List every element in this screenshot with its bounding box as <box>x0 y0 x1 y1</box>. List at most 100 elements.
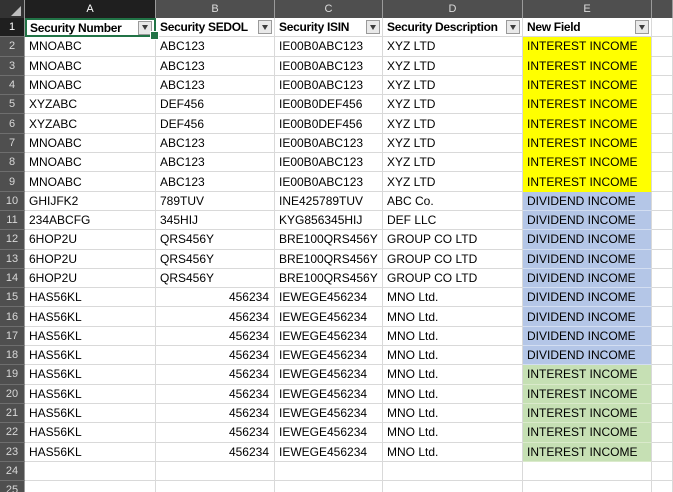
header-cell-d1[interactable]: Security Description <box>383 18 523 38</box>
cell-a7[interactable]: MNOABC <box>25 133 156 154</box>
cell-f25[interactable] <box>652 481 673 492</box>
cell-f3[interactable] <box>652 56 673 76</box>
cell-d14[interactable]: GROUP CO LTD <box>383 268 523 289</box>
fill-handle[interactable] <box>150 31 159 41</box>
cell-a16[interactable]: HAS56KL <box>25 307 156 327</box>
row-header-5[interactable]: 5 <box>0 95 25 115</box>
cell-f22[interactable] <box>652 423 673 443</box>
cell-c15[interactable]: IEWEGE456234 <box>275 288 383 308</box>
cell-f13[interactable] <box>652 249 673 269</box>
cell-f11[interactable] <box>652 210 673 231</box>
column-header-e[interactable]: E <box>523 0 652 18</box>
cell-d18[interactable]: MNO Ltd. <box>383 346 523 366</box>
cell-b22[interactable]: 456234 <box>156 423 275 443</box>
cell-a20[interactable]: HAS56KL <box>25 384 156 404</box>
row-header-9[interactable]: 9 <box>0 172 25 192</box>
row-header-2[interactable]: 2 <box>0 37 25 57</box>
cell-a4[interactable]: MNOABC <box>25 75 156 96</box>
cell-d19[interactable]: MNO Ltd. <box>383 365 523 385</box>
cell-a10[interactable]: GHIJFK2 <box>25 191 156 211</box>
cell-b20[interactable]: 456234 <box>156 384 275 404</box>
cell-e19[interactable]: INTEREST INCOME <box>523 365 652 385</box>
cell-b12[interactable]: QRS456Y <box>156 230 275 250</box>
cell-d20[interactable]: MNO Ltd. <box>383 384 523 404</box>
select-all-corner[interactable] <box>0 0 25 18</box>
cell-d21[interactable]: MNO Ltd. <box>383 403 523 424</box>
row-header-22[interactable]: 22 <box>0 423 25 443</box>
cell-e7[interactable]: INTEREST INCOME <box>523 133 652 154</box>
cell-e20[interactable]: INTEREST INCOME <box>523 384 652 404</box>
cell-f20[interactable] <box>652 384 673 404</box>
cell-c14[interactable]: BRE100QRS456Y <box>275 268 383 289</box>
cell-c9[interactable]: IE00B0ABC123 <box>275 172 383 192</box>
cell-e18[interactable]: DIVIDEND INCOME <box>523 346 652 366</box>
filter-button[interactable] <box>258 20 272 35</box>
cell-b14[interactable]: QRS456Y <box>156 268 275 289</box>
cell-d10[interactable]: ABC Co. <box>383 191 523 211</box>
row-header-20[interactable]: 20 <box>0 384 25 404</box>
cell-a17[interactable]: HAS56KL <box>25 326 156 347</box>
cell-a19[interactable]: HAS56KL <box>25 365 156 385</box>
cell-e11[interactable]: DIVIDEND INCOME <box>523 210 652 231</box>
cell-e12[interactable]: DIVIDEND INCOME <box>523 230 652 250</box>
cell-d23[interactable]: MNO Ltd. <box>383 442 523 462</box>
cell-d4[interactable]: XYZ LTD <box>383 75 523 96</box>
cell-c19[interactable]: IEWEGE456234 <box>275 365 383 385</box>
cell-b21[interactable]: 456234 <box>156 403 275 424</box>
row-header-3[interactable]: 3 <box>0 56 25 76</box>
cell-b5[interactable]: DEF456 <box>156 95 275 115</box>
cell-e15[interactable]: DIVIDEND INCOME <box>523 288 652 308</box>
cell-c6[interactable]: IE00B0DEF456 <box>275 114 383 134</box>
cell-e25[interactable] <box>523 481 652 492</box>
cell-c21[interactable]: IEWEGE456234 <box>275 403 383 424</box>
cell-f9[interactable] <box>652 172 673 192</box>
cell-a3[interactable]: MNOABC <box>25 56 156 76</box>
cell-e10[interactable]: DIVIDEND INCOME <box>523 191 652 211</box>
cell-e4[interactable]: INTEREST INCOME <box>523 75 652 96</box>
column-header-a[interactable]: A <box>25 0 156 18</box>
cell-a14[interactable]: 6HOP2U <box>25 268 156 289</box>
cell-e8[interactable]: INTEREST INCOME <box>523 153 652 173</box>
row-header-25[interactable]: 25 <box>0 481 25 492</box>
cell-c5[interactable]: IE00B0DEF456 <box>275 95 383 115</box>
cell-d3[interactable]: XYZ LTD <box>383 56 523 76</box>
cell-c4[interactable]: IE00B0ABC123 <box>275 75 383 96</box>
column-header-d[interactable]: D <box>383 0 523 18</box>
cell-e5[interactable]: INTEREST INCOME <box>523 95 652 115</box>
cell-b3[interactable]: ABC123 <box>156 56 275 76</box>
cell-e6[interactable]: INTEREST INCOME <box>523 114 652 134</box>
cell-e2[interactable]: INTEREST INCOME <box>523 37 652 57</box>
cell-a11[interactable]: 234ABCFG <box>25 210 156 231</box>
header-cell-a1[interactable]: Security Number <box>25 18 159 41</box>
cell-f4[interactable] <box>652 75 673 96</box>
cell-b18[interactable]: 456234 <box>156 346 275 366</box>
cell-c16[interactable]: IEWEGE456234 <box>275 307 383 327</box>
cell-d13[interactable]: GROUP CO LTD <box>383 249 523 269</box>
cell-a23[interactable]: HAS56KL <box>25 442 156 462</box>
cell-f16[interactable] <box>652 307 673 327</box>
cell-f8[interactable] <box>652 153 673 173</box>
cell-d8[interactable]: XYZ LTD <box>383 153 523 173</box>
column-header-partial[interactable] <box>652 0 673 18</box>
cell-c12[interactable]: BRE100QRS456Y <box>275 230 383 250</box>
cell-a2[interactable]: MNOABC <box>25 37 156 57</box>
cell-b11[interactable]: 345HIJ <box>156 210 275 231</box>
cell-d7[interactable]: XYZ LTD <box>383 133 523 154</box>
cell-d22[interactable]: MNO Ltd. <box>383 423 523 443</box>
row-header-23[interactable]: 23 <box>0 442 25 462</box>
cell-d25[interactable] <box>383 481 523 492</box>
cell-e17[interactable]: DIVIDEND INCOME <box>523 326 652 347</box>
cell-c8[interactable]: IE00B0ABC123 <box>275 153 383 173</box>
cell-b23[interactable]: 456234 <box>156 442 275 462</box>
cell-e14[interactable]: DIVIDEND INCOME <box>523 268 652 289</box>
cell-e24[interactable] <box>523 461 652 482</box>
filter-button[interactable] <box>506 20 520 35</box>
cell-d9[interactable]: XYZ LTD <box>383 172 523 192</box>
row-header-19[interactable]: 19 <box>0 365 25 385</box>
cell-f17[interactable] <box>652 326 673 347</box>
row-header-24[interactable]: 24 <box>0 461 25 482</box>
row-header-1[interactable]: 1 <box>0 18 25 38</box>
cell-f15[interactable] <box>652 288 673 308</box>
cell-c10[interactable]: INE425789TUV <box>275 191 383 211</box>
cell-d17[interactable]: MNO Ltd. <box>383 326 523 347</box>
